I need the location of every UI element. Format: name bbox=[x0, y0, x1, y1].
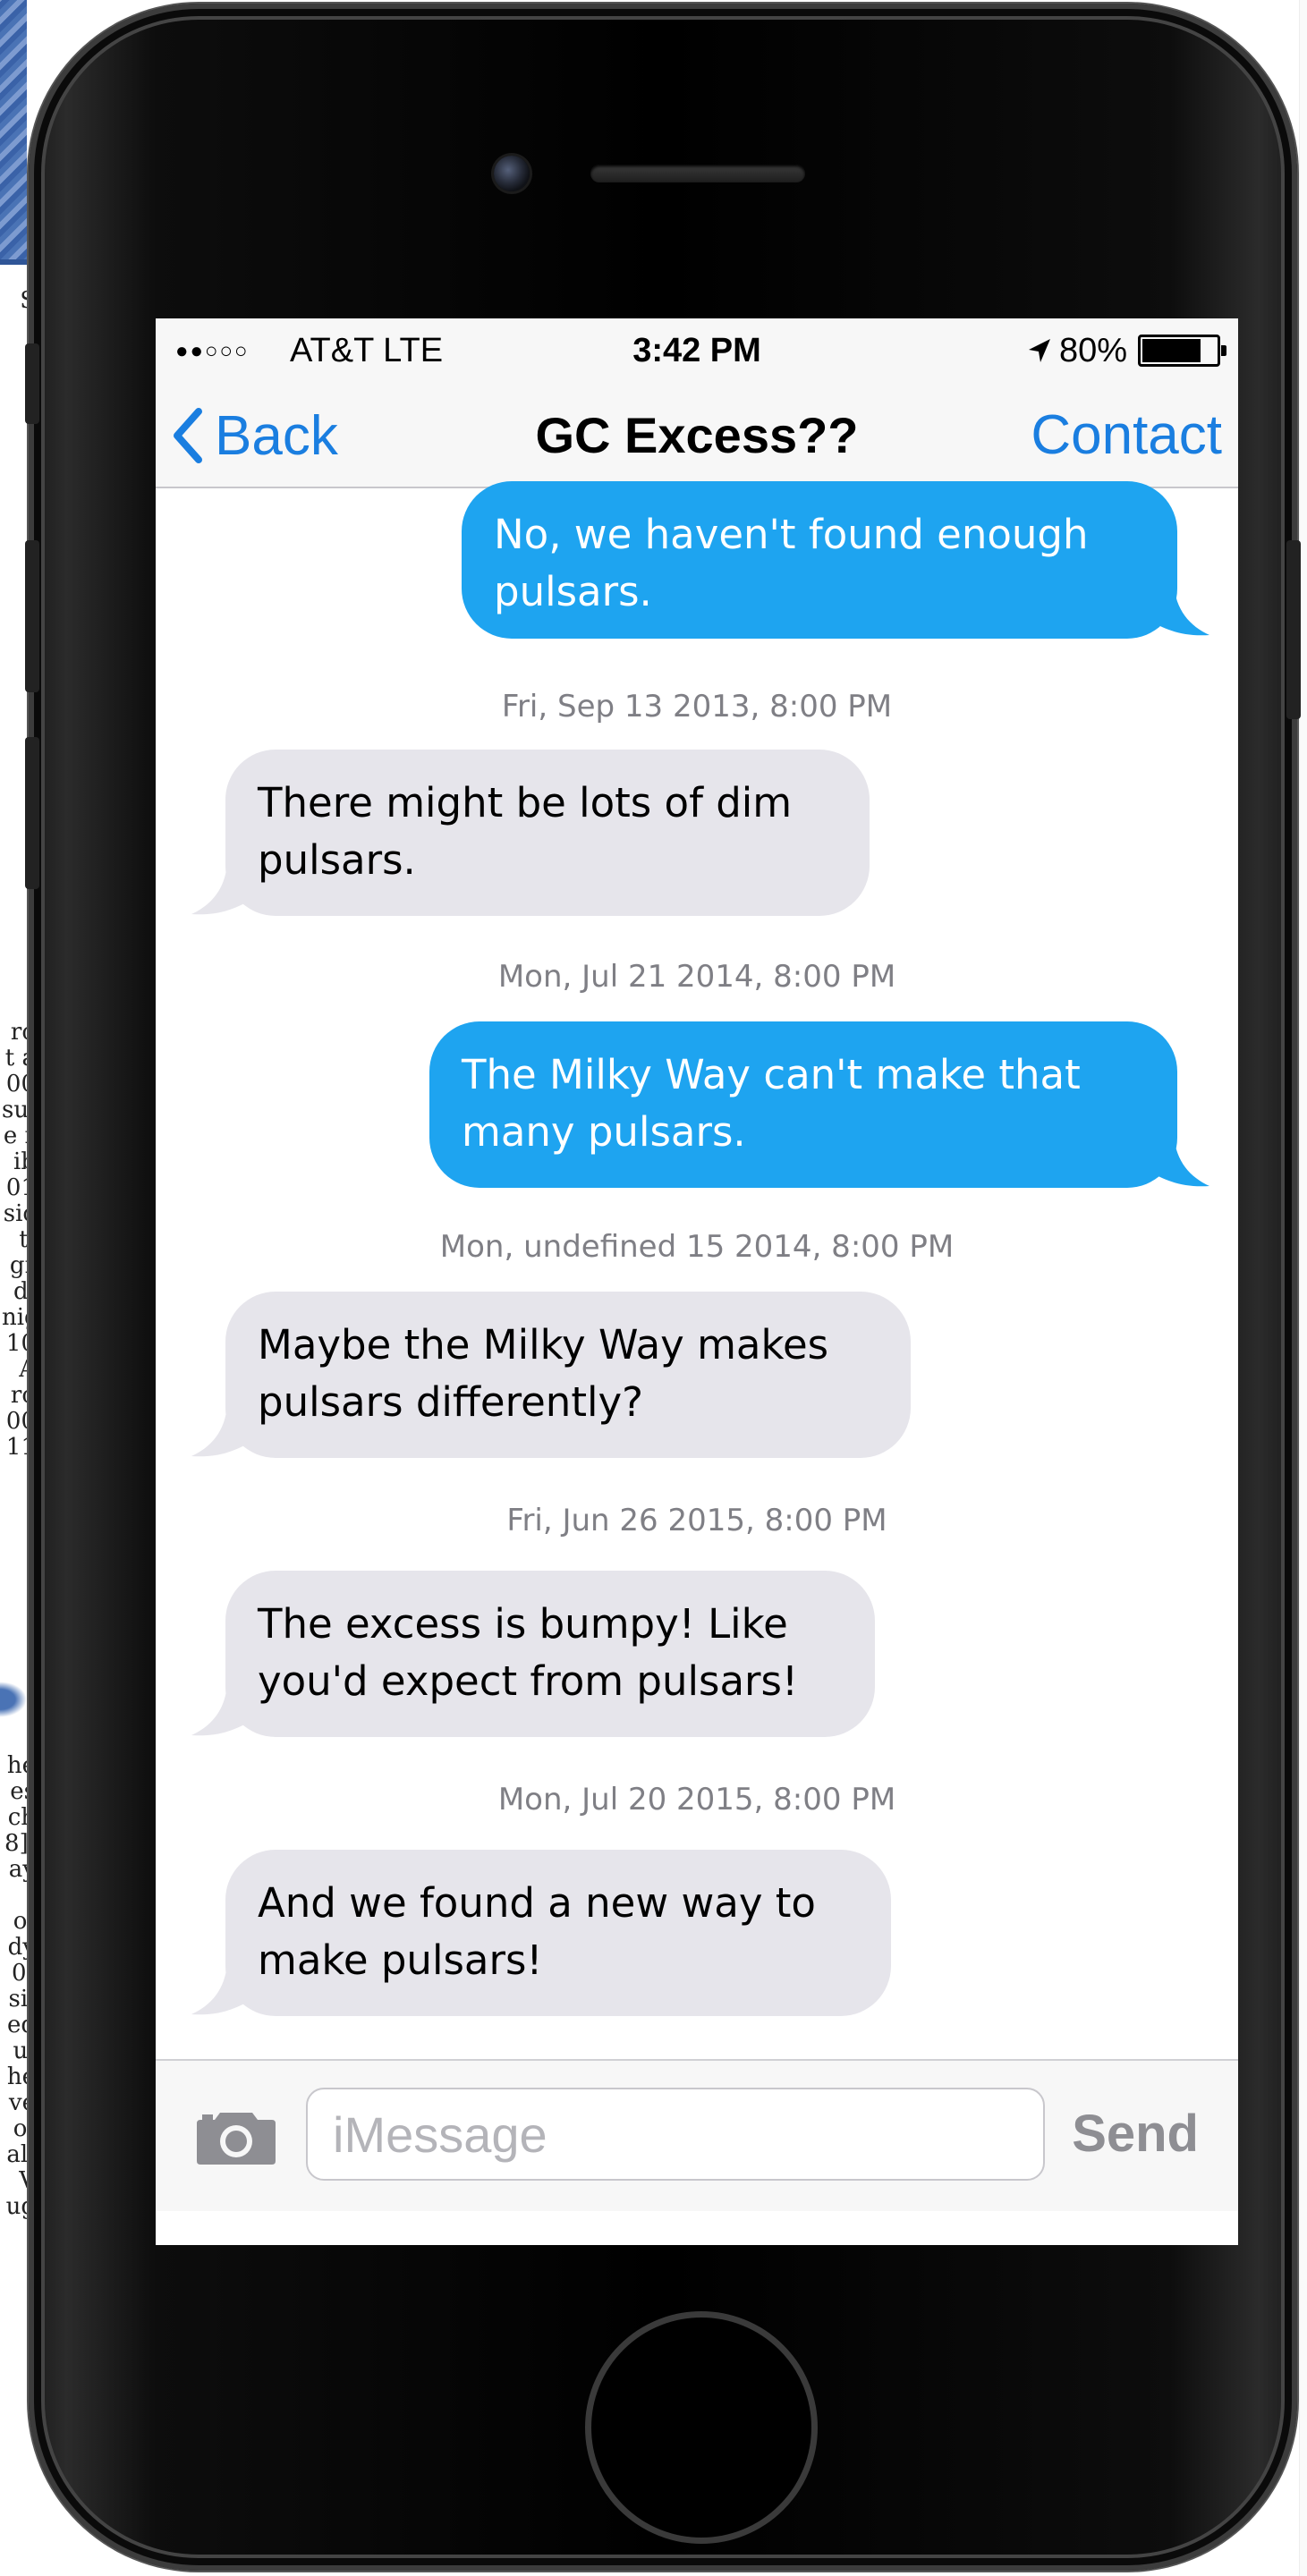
camera-icon[interactable] bbox=[195, 2107, 277, 2166]
message-bubble-incoming: And we found a new way to make pulsars! bbox=[225, 1850, 891, 2016]
bubble-tail-outgoing bbox=[1147, 1134, 1209, 1187]
bubble-tail-incoming bbox=[191, 1683, 254, 1736]
message-bubble-incoming: The excess is bumpy! Like you'd expect f… bbox=[225, 1571, 875, 1737]
battery-icon bbox=[1138, 335, 1226, 367]
message-bubble-incoming: There might be lots of dim pulsars. bbox=[225, 750, 870, 916]
power-button bbox=[1286, 540, 1301, 719]
volume-up-button bbox=[25, 540, 39, 692]
background-paper-right-edge bbox=[1299, 0, 1307, 2576]
battery-percent: 80% bbox=[1058, 331, 1127, 369]
status-bar: ●●○○○ AT&T LTE 3:42 PM 80% bbox=[156, 318, 1238, 385]
message-bubble-outgoing: No, we haven't found enough pulsars. bbox=[462, 481, 1177, 639]
earpiece-speaker bbox=[590, 165, 805, 182]
phone-screen: ●●○○○ AT&T LTE 3:42 PM 80% Back GC Exces… bbox=[156, 318, 1238, 2245]
home-button[interactable] bbox=[585, 2311, 818, 2544]
message-timestamp: Fri, Jun 26 2015, 8:00 PM bbox=[506, 1503, 887, 1538]
message-bubble-outgoing: The Milky Way can't make that many pulsa… bbox=[429, 1021, 1177, 1188]
volume-down-button bbox=[25, 737, 39, 889]
navigation-bar: Back GC Excess?? Contact bbox=[156, 385, 1238, 488]
message-timestamp: Mon, Jul 21 2014, 8:00 PM bbox=[497, 959, 896, 995]
paper-figure-fragment-2 bbox=[0, 1682, 27, 1717]
message-bubble-incoming: Maybe the Milky Way makes pulsars differ… bbox=[225, 1292, 911, 1458]
paper-figure-fragment bbox=[0, 0, 27, 265]
battery-nub bbox=[1221, 345, 1226, 356]
mute-switch bbox=[25, 343, 39, 424]
location-arrow-icon bbox=[1028, 339, 1050, 362]
bubble-tail-incoming bbox=[191, 862, 254, 915]
battery-status: 80% bbox=[1027, 331, 1226, 370]
message-timestamp: Mon, undefined 15 2014, 8:00 PM bbox=[439, 1229, 955, 1265]
send-button[interactable]: Send bbox=[1072, 2088, 1199, 2181]
message-timestamp: Mon, Jul 20 2015, 8:00 PM bbox=[497, 1782, 896, 1818]
front-camera bbox=[494, 156, 530, 191]
message-list: No, we haven't found enough pulsars. Fri… bbox=[156, 481, 1238, 2059]
bubble-tail-incoming bbox=[191, 1962, 254, 2015]
bubble-tail-outgoing bbox=[1147, 583, 1209, 636]
contact-button[interactable]: Contact bbox=[1031, 385, 1222, 487]
imessage-input[interactable] bbox=[306, 2088, 1045, 2181]
message-input-bar: Send bbox=[156, 2059, 1238, 2211]
message-timestamp: Fri, Sep 13 2013, 8:00 PM bbox=[501, 689, 893, 724]
bubble-tail-incoming bbox=[191, 1404, 254, 1457]
battery-level-fill bbox=[1142, 339, 1201, 362]
phone-frame: ●●○○○ AT&T LTE 3:42 PM 80% Back GC Exces… bbox=[25, 4, 1301, 2571]
